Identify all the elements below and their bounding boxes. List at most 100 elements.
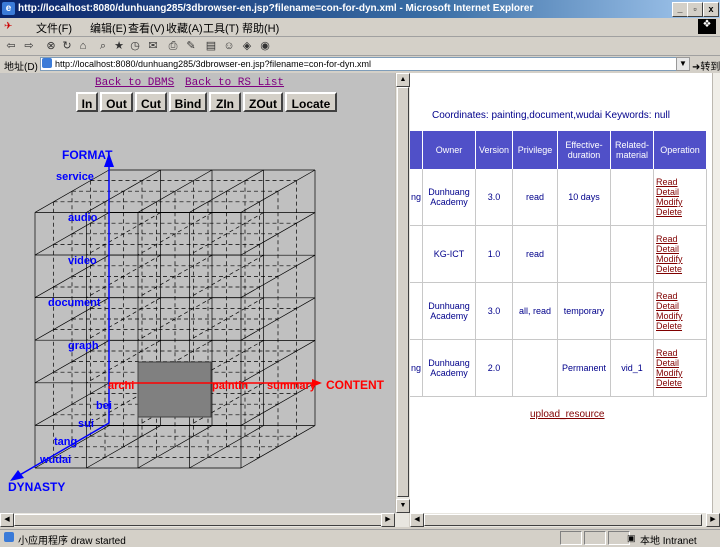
detail-link[interactable]: Detail bbox=[656, 244, 706, 254]
format-label-graph[interactable]: graph bbox=[68, 340, 99, 352]
format-label-video[interactable]: video bbox=[68, 255, 97, 267]
content-label-paintin[interactable]: paintin bbox=[212, 380, 248, 392]
read-link[interactable]: Read bbox=[656, 177, 706, 187]
scroll-thumb[interactable] bbox=[397, 87, 409, 497]
delete-link[interactable]: Delete bbox=[656, 378, 706, 388]
zone-text: 本地 Intranet bbox=[640, 536, 697, 547]
dynasty-label-tang[interactable]: tang bbox=[54, 436, 77, 448]
search-icon[interactable]: ⌕ bbox=[96, 39, 110, 53]
print-icon[interactable]: ⎙ bbox=[166, 39, 180, 53]
menu-view[interactable]: 查看(V) bbox=[128, 20, 165, 36]
right-scroll-right-icon[interactable]: ▶ bbox=[706, 513, 720, 527]
menu-tools[interactable]: 工具(T) bbox=[203, 20, 239, 36]
table-row: ng Dunhuang Academy 3.0 read 10 days Read Deta… bbox=[410, 169, 707, 226]
ie-flag-icon: ✈ bbox=[4, 21, 13, 32]
close-button[interactable]: x bbox=[703, 2, 719, 17]
cell-version: 3.0 bbox=[475, 282, 513, 340]
scroll-left-icon[interactable]: ◀ bbox=[0, 513, 14, 527]
format-label-document[interactable]: document bbox=[48, 297, 101, 309]
cell-privilege: read bbox=[512, 169, 558, 226]
scroll-right-icon[interactable]: ▶ bbox=[381, 513, 395, 527]
selected-cell[interactable] bbox=[137, 361, 212, 418]
coordinates-text: Coordinates: painting,document,wudai Key… bbox=[432, 110, 670, 121]
minimize-button[interactable]: _ bbox=[672, 2, 688, 17]
content-label-archi[interactable]: archi bbox=[108, 380, 134, 392]
col-truncated bbox=[410, 131, 423, 169]
detail-link[interactable]: Detail bbox=[656, 187, 706, 197]
home-icon[interactable]: ⌂ bbox=[76, 39, 90, 53]
intranet-icon: ▣ bbox=[627, 533, 636, 543]
detail-link[interactable]: Detail bbox=[656, 301, 706, 311]
menu-file[interactable]: 文件(F) bbox=[36, 20, 72, 36]
messenger-icon[interactable]: ☺ bbox=[222, 39, 236, 53]
forward-icon[interactable]: ⇨ bbox=[22, 39, 36, 53]
favorites-icon[interactable]: ★ bbox=[112, 39, 126, 53]
stop-icon[interactable]: ⊗ bbox=[44, 39, 58, 53]
content-label-summary[interactable]: summary bbox=[267, 380, 317, 392]
read-link[interactable]: Read bbox=[656, 291, 706, 301]
scroll-up-icon[interactable]: ▲ bbox=[396, 73, 410, 87]
table-row: KG-ICT 1.0 read Read Detail Modify Delete bbox=[410, 225, 707, 283]
detail-link[interactable]: Detail bbox=[656, 358, 706, 368]
history-icon[interactable]: ◷ bbox=[128, 39, 142, 53]
dynasty-label-sui[interactable]: sui bbox=[78, 418, 94, 430]
right-horizontal-scrollbar[interactable]: ◀ ▶ bbox=[410, 513, 720, 527]
dynasty-label-bei[interactable]: bei bbox=[96, 400, 112, 412]
menu-edit[interactable]: 编辑(E) bbox=[90, 20, 127, 36]
cell-operation: Read Detail Modify Delete bbox=[653, 225, 707, 283]
menu-help[interactable]: 帮助(H) bbox=[242, 20, 279, 36]
dynasty-label-wudai[interactable]: wudai bbox=[39, 454, 71, 466]
page-icon bbox=[42, 58, 52, 68]
cell-related bbox=[610, 282, 654, 340]
content-axis-title: CONTENT bbox=[326, 378, 385, 392]
status-panel bbox=[560, 531, 582, 545]
go-button[interactable]: ➜转到 bbox=[692, 58, 720, 73]
col-effective-duration: Effective- duration bbox=[557, 131, 611, 169]
back-icon[interactable]: ⇦ bbox=[4, 39, 18, 53]
cell-truncated bbox=[410, 282, 423, 340]
cell-duration: Permanent bbox=[557, 339, 611, 397]
right-vertical-scrollbar[interactable] bbox=[712, 73, 720, 513]
mail-icon[interactable]: ✉ bbox=[146, 39, 160, 53]
cell-truncated: ng bbox=[410, 339, 423, 397]
read-link[interactable]: Read bbox=[656, 234, 706, 244]
delete-link[interactable]: Delete bbox=[656, 264, 706, 274]
windows-logo-icon: ❖ bbox=[698, 19, 716, 34]
cell-related: vid_1 bbox=[610, 339, 654, 397]
delete-link[interactable]: Delete bbox=[656, 207, 706, 217]
address-input[interactable]: http://localhost:8080/dunhuang285/3dbrow… bbox=[40, 57, 688, 71]
left-vertical-scrollbar[interactable]: ▲ ▼ bbox=[395, 73, 410, 513]
menu-favorites[interactable]: 收藏(A) bbox=[166, 20, 203, 36]
modify-link[interactable]: Modify bbox=[656, 197, 706, 207]
cell-owner: Dunhuang Academy bbox=[422, 169, 476, 226]
scroll-down-icon[interactable]: ▼ bbox=[396, 499, 410, 513]
read-link[interactable]: Read bbox=[656, 348, 706, 358]
right-scroll-left-icon[interactable]: ◀ bbox=[410, 513, 424, 527]
refresh-icon[interactable]: ↻ bbox=[60, 39, 74, 53]
left-horizontal-scrollbar[interactable]: ◀ ▶ bbox=[0, 513, 409, 527]
edit-icon[interactable]: ✎ bbox=[184, 39, 198, 53]
toolbar: ⇦ ⇨ ⊗ ↻ ⌂ ⌕ ★ ◷ ✉ ⎙ ✎ ▤ ☺ ◈ ◉ bbox=[0, 37, 720, 56]
address-dropdown-icon[interactable]: ▼ bbox=[676, 57, 690, 71]
status-bar: 小应用程序 draw started ▣ 本地 Intranet bbox=[0, 529, 720, 547]
modify-link[interactable]: Modify bbox=[656, 368, 706, 378]
maximize-button[interactable]: ▫ bbox=[687, 2, 703, 17]
right-hscroll-thumb[interactable] bbox=[424, 514, 702, 526]
research-icon[interactable]: ◈ bbox=[240, 39, 254, 53]
modify-link[interactable]: Modify bbox=[656, 311, 706, 321]
hscroll-thumb[interactable] bbox=[14, 514, 384, 526]
cell-owner: KG-ICT bbox=[422, 225, 476, 283]
cell-version: 2.0 bbox=[475, 339, 513, 397]
cell-privilege bbox=[512, 339, 558, 397]
modify-link[interactable]: Modify bbox=[656, 254, 706, 264]
format-label-audio[interactable]: audio bbox=[68, 212, 98, 224]
cube-browser-frame: Back to DBMS Back to RS List In Out Cut … bbox=[0, 73, 395, 513]
dynasty-axis-title: DYNASTY bbox=[8, 480, 65, 494]
status-page-icon bbox=[4, 532, 14, 542]
format-label-service[interactable]: service bbox=[56, 171, 94, 183]
toolbar-extra-icon[interactable]: ◉ bbox=[258, 39, 272, 53]
upload-resource-link[interactable]: upload_resource bbox=[530, 409, 605, 420]
olap-cube-canvas[interactable]: FORMAT service audio video document grap… bbox=[0, 73, 395, 513]
discuss-icon[interactable]: ▤ bbox=[204, 39, 218, 53]
delete-link[interactable]: Delete bbox=[656, 321, 706, 331]
